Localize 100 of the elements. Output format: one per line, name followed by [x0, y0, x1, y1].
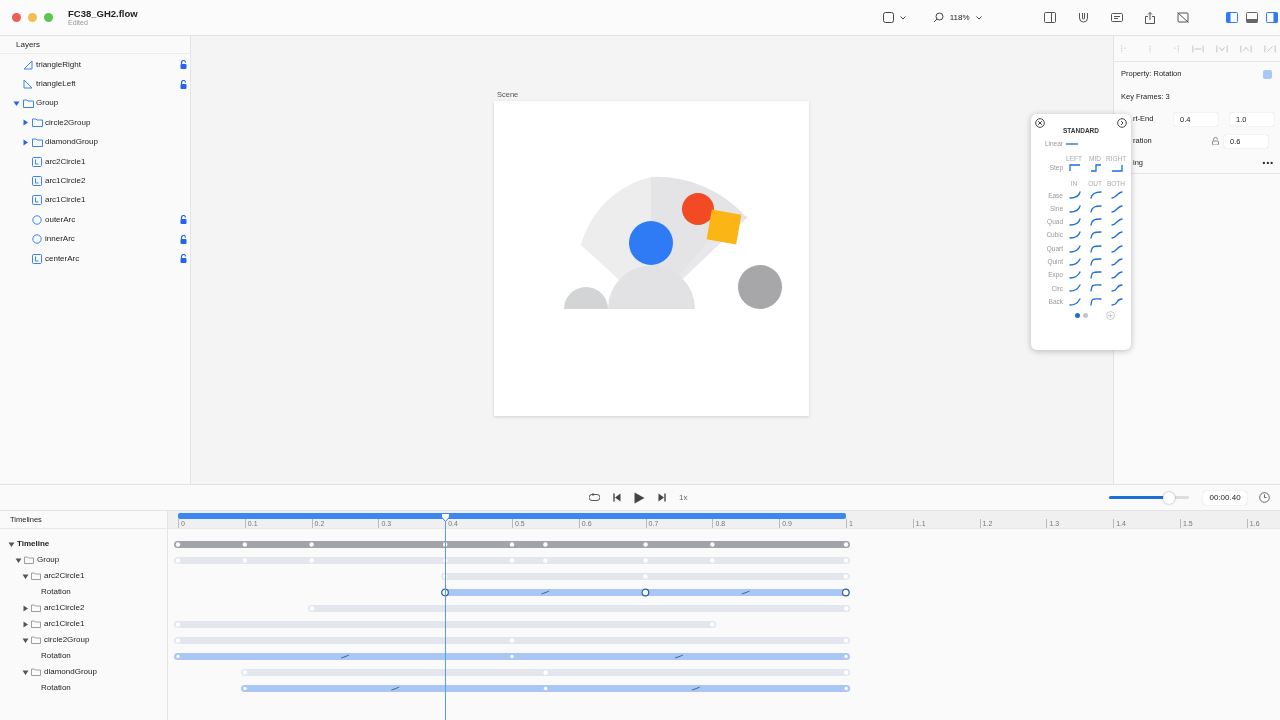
expanded-arrow-icon [13, 99, 20, 107]
lock-icon[interactable] [180, 60, 187, 70]
layer-item[interactable]: innerArc [0, 229, 190, 249]
property-row[interactable]: Rotation [0, 680, 167, 696]
layer-icon [32, 156, 42, 167]
circle-icon [32, 234, 42, 245]
circle-icon [32, 214, 42, 225]
timeline-item[interactable]: Group [0, 552, 167, 568]
lock-icon[interactable] [180, 234, 187, 244]
square-icon [882, 12, 894, 23]
timeline-item[interactable]: arc1Circle2 [0, 600, 167, 616]
step-curve-icon [1111, 164, 1123, 173]
search-icon [932, 12, 944, 23]
lock-icon[interactable] [180, 79, 187, 89]
layer-item[interactable]: outerArc [0, 210, 190, 230]
easing-curve-icon [1111, 297, 1123, 306]
inspector-toggle-button[interactable] [1043, 11, 1056, 24]
lock-icon[interactable] [180, 254, 187, 264]
easing-curve-icon [1069, 204, 1081, 213]
layout-toggle[interactable] [1225, 12, 1238, 23]
easing-curve-icon [1111, 218, 1123, 226]
easing-curve-icon [1090, 191, 1102, 200]
slider-thumb[interactable] [1163, 491, 1176, 504]
loop-button[interactable] [589, 493, 600, 502]
track-bar[interactable] [239, 668, 851, 677]
expanded-arrow-icon [22, 636, 29, 644]
easing-curve-icon [1090, 244, 1102, 253]
playhead[interactable] [440, 513, 450, 720]
timeline-item[interactable]: arc2Circle1 [0, 568, 167, 584]
close-icon [1035, 118, 1045, 128]
panel-title: Layers [0, 36, 190, 54]
property-row[interactable]: Rotation [0, 648, 167, 664]
track-bar[interactable] [239, 684, 851, 693]
layer-item[interactable]: triangleRight [0, 55, 190, 75]
timeline-item[interactable]: circle2Group [0, 632, 167, 648]
time-display: 00:00.40 [1203, 490, 1247, 505]
easing-curve-icon [1090, 204, 1102, 213]
playback-slider[interactable] [1109, 491, 1190, 504]
track-bar[interactable] [440, 572, 851, 581]
easing-curve-icon [1111, 191, 1123, 200]
triangle-icon [23, 79, 33, 90]
layer-item[interactable]: diamondGroup [0, 132, 190, 152]
layer-item[interactable]: arc1Circle1 [0, 190, 190, 211]
clock-button[interactable] [1258, 492, 1270, 503]
layout-toggle[interactable] [1245, 12, 1258, 23]
sidebar-icon [1043, 12, 1056, 23]
property-color-swatch[interactable] [1263, 69, 1272, 79]
easing-curve-icon [1111, 244, 1123, 253]
layer-item[interactable]: arc2Circle1 [0, 151, 190, 172]
folder-icon [23, 98, 34, 108]
folder-icon [31, 668, 41, 676]
timeline-item[interactable]: arc1Circle1 [0, 616, 167, 632]
easing-curve-icon [1090, 297, 1102, 306]
play-button[interactable] [634, 491, 645, 504]
easing-curve-icon [1111, 231, 1123, 240]
track-bar[interactable] [173, 556, 851, 565]
previous-button[interactable] [613, 493, 621, 502]
timeline-item[interactable]: diamondGroup [0, 664, 167, 680]
layer-item[interactable]: arc1Circle2 [0, 171, 190, 191]
layer-item[interactable]: centerArc [0, 248, 190, 269]
easing-curve-icon [1069, 284, 1081, 293]
track-bar[interactable] [173, 636, 851, 645]
snap-button[interactable] [1077, 11, 1089, 24]
shape-menu-button[interactable] [882, 12, 906, 23]
track-bar[interactable] [173, 540, 851, 549]
add-icon [1106, 311, 1115, 321]
track-bar[interactable] [306, 604, 851, 613]
layer-item[interactable]: circle2Group [0, 113, 190, 133]
collapsed-arrow-icon [22, 138, 29, 146]
layer-icon [32, 195, 42, 206]
layer-item[interactable]: Group [0, 93, 190, 114]
skip-forward-icon [658, 493, 666, 502]
property-row[interactable]: Rotation [0, 584, 167, 600]
step-curve-icon [1090, 164, 1102, 173]
lock-icon[interactable] [180, 215, 187, 225]
easing-curve-icon [1069, 231, 1081, 240]
speed-button[interactable]: 1x [679, 491, 688, 504]
easing-curve-icon [1069, 218, 1081, 226]
layer-item[interactable]: triangleLeft [0, 74, 190, 94]
folder-icon [32, 118, 43, 128]
clock-icon [1258, 492, 1270, 503]
more-button[interactable]: ••• [1262, 156, 1274, 169]
folder-icon [32, 137, 43, 147]
zoom-menu-button[interactable]: 118% [932, 11, 982, 24]
track-bar[interactable] [173, 620, 718, 629]
track-bar[interactable] [173, 652, 851, 661]
share-button[interactable] [1144, 11, 1155, 24]
easing-curve-icon [1111, 204, 1123, 213]
easing-curve-icon [1069, 297, 1081, 306]
comment-button[interactable] [1110, 11, 1123, 24]
preview-button[interactable] [1176, 11, 1189, 24]
easing-curve-icon [1090, 218, 1102, 226]
close-window-button[interactable] [12, 13, 21, 22]
easing-curve-icon [1069, 271, 1081, 280]
message-icon [1110, 12, 1123, 23]
playhead-handle-icon[interactable] [440, 513, 450, 522]
layout-toggle[interactable] [1265, 12, 1278, 23]
next-button[interactable] [658, 493, 666, 502]
timeline-item[interactable]: Timeline [0, 536, 167, 552]
track-bar[interactable] [440, 588, 851, 597]
